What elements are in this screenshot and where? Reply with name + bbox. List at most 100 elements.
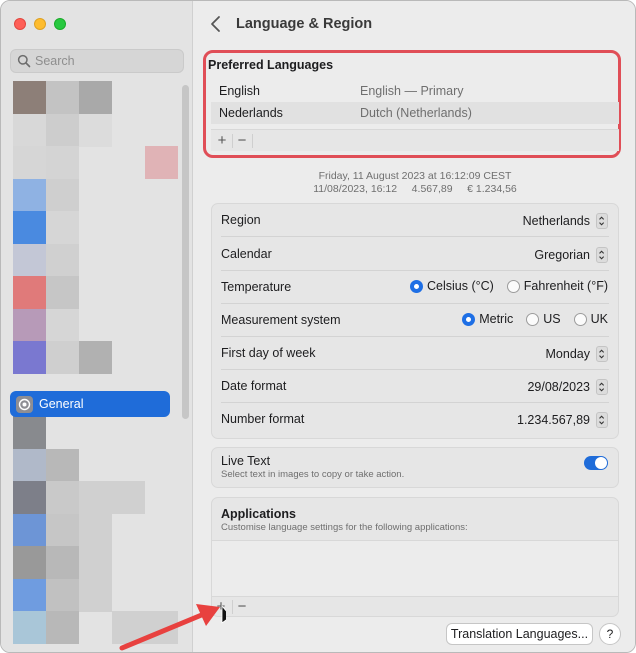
blurred-icon — [46, 178, 79, 212]
blurred-icon — [46, 611, 79, 644]
blurred-icon — [13, 81, 46, 114]
blurred-icon — [79, 81, 112, 114]
temperature-label: Temperature — [221, 280, 292, 294]
metric-radio[interactable]: Metric — [462, 312, 513, 326]
blurred-icon — [46, 276, 79, 309]
calendar-popup[interactable]: Gregorian — [534, 245, 608, 265]
chevron-left-icon — [211, 16, 220, 32]
toggle-knob — [595, 457, 607, 469]
blurred-icon — [46, 513, 79, 547]
calendar-label: Calendar — [221, 247, 272, 261]
sidebar-item-general[interactable]: General — [10, 391, 170, 417]
region-label: Region — [221, 213, 261, 227]
language-row[interactable]: English English — Primary — [211, 80, 619, 102]
minimize-window-button[interactable] — [34, 18, 46, 30]
sidebar: General — [1, 1, 193, 652]
fahrenheit-radio[interactable]: Fahrenheit (°F) — [506, 279, 608, 293]
blurred-icon — [13, 416, 46, 449]
first-day-row: First day of week Monday — [212, 337, 618, 370]
radio-unselected-icon — [506, 279, 520, 293]
search-icon — [17, 54, 31, 68]
close-window-button[interactable] — [14, 18, 26, 30]
celsius-radio[interactable]: Celsius (°C) — [409, 279, 494, 293]
blurred-icon — [46, 243, 79, 277]
language-list-toolbar: + − — [211, 129, 619, 151]
add-language-button[interactable]: + — [213, 132, 231, 150]
date-format-row: Date format 29/08/2023 — [212, 370, 618, 403]
annotation-arrow-icon — [119, 604, 226, 651]
blurred-icon — [46, 448, 79, 482]
region-row: Region Netherlands — [212, 204, 618, 237]
chevron-up-down-icon — [596, 379, 608, 395]
gear-icon — [16, 396, 33, 413]
date-format-value: 29/08/2023 — [527, 380, 590, 394]
date-format-popup[interactable]: 29/08/2023 — [527, 377, 608, 397]
radio-label: Fahrenheit (°F) — [523, 279, 608, 293]
first-day-label: First day of week — [221, 346, 316, 360]
temperature-row: Temperature Celsius (°C) Fahrenheit (°F) — [212, 271, 618, 304]
blurred-icon — [13, 448, 46, 482]
sidebar-scrollbar[interactable] — [182, 85, 189, 419]
measurement-radio-group: Metric US UK — [462, 312, 608, 326]
radio-unselected-icon — [526, 312, 540, 326]
blurred-icon — [46, 481, 79, 514]
remove-application-button[interactable]: − — [233, 598, 251, 616]
radio-label: US — [543, 312, 561, 326]
first-day-popup[interactable]: Monday — [546, 344, 608, 364]
region-value: Netherlands — [522, 214, 590, 228]
preferred-languages-title: Preferred Languages — [208, 58, 334, 72]
blurred-icon — [13, 611, 46, 644]
region-popup[interactable]: Netherlands — [523, 211, 608, 231]
blurred-icon — [13, 178, 46, 212]
translation-languages-button[interactable]: Translation Languages... — [446, 623, 593, 645]
blurred-icon — [79, 341, 112, 374]
applications-description: Customise language settings for the foll… — [221, 522, 468, 533]
blurred-icon — [46, 113, 79, 147]
live-text-group: Live Text Select text in images to copy … — [211, 447, 619, 488]
blurred-icon — [46, 308, 79, 342]
radio-unselected-icon — [573, 312, 587, 326]
number-format-popup[interactable]: 1.234.567,89 — [517, 410, 608, 430]
blurred-icon — [13, 513, 46, 547]
back-button[interactable] — [207, 14, 227, 34]
format-preview-line-2: 11/08/2023, 16:12 4.567,89 € 1.234,56 — [313, 183, 517, 195]
search-input[interactable] — [35, 52, 180, 70]
help-button[interactable]: ? — [599, 623, 621, 645]
sidebar-item-label: General — [39, 397, 84, 411]
us-radio[interactable]: US — [526, 312, 561, 326]
number-format-label: Number format — [221, 412, 305, 426]
language-name: Nederlands — [219, 106, 283, 120]
blurred-icon — [46, 546, 79, 579]
language-row[interactable]: Nederlands Dutch (Netherlands) — [211, 102, 619, 124]
radio-label: Metric — [479, 312, 514, 326]
measurement-label: Measurement system — [221, 313, 341, 327]
measurement-row: Measurement system Metric US UK — [212, 304, 618, 337]
blurred-icon — [46, 81, 79, 114]
uk-radio[interactable]: UK — [573, 312, 608, 326]
blurred-icon — [79, 113, 112, 147]
blurred-icon — [13, 578, 46, 612]
zoom-window-button[interactable] — [54, 18, 66, 30]
radio-selected-icon — [409, 279, 423, 293]
applications-title: Applications — [221, 507, 297, 521]
temperature-radio-group: Celsius (°C) Fahrenheit (°F) — [409, 279, 608, 293]
number-format-row: Number format 1.234.567,89 — [212, 403, 618, 436]
blurred-icon — [46, 341, 79, 374]
remove-language-button[interactable]: − — [233, 132, 251, 150]
blurred-sidebar-items — [13, 81, 183, 652]
search-field[interactable] — [10, 49, 184, 73]
chevron-up-down-icon — [596, 412, 608, 428]
blurred-icon — [13, 276, 46, 309]
applications-group: Applications Customise language settings… — [211, 497, 619, 617]
blurred-icon — [145, 146, 178, 179]
blurred-icon — [13, 308, 46, 342]
chevron-up-down-icon — [596, 213, 608, 229]
blurred-icon — [13, 146, 46, 179]
main-pane: Language & Region Preferred Languages En… — [193, 1, 635, 652]
live-text-toggle[interactable] — [584, 456, 608, 470]
applications-toolbar: + − — [212, 596, 618, 617]
date-format-label: Date format — [221, 379, 287, 393]
blurred-icon — [79, 578, 112, 612]
language-name: English — [219, 84, 260, 98]
blurred-icon — [13, 211, 46, 244]
